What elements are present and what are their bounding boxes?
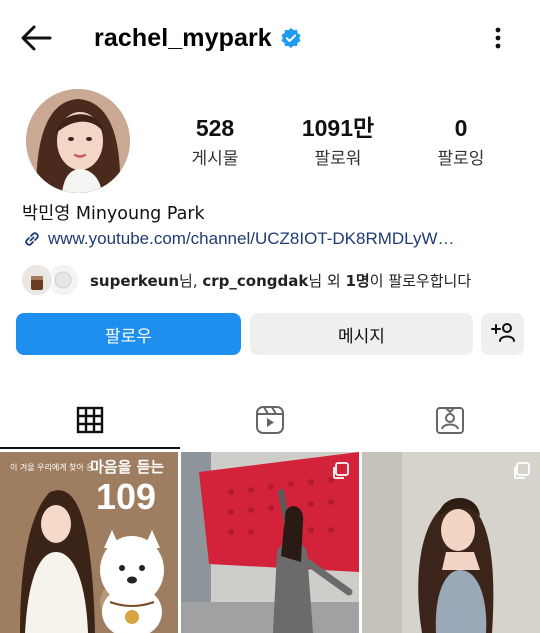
followers-stat[interactable]: 1091만 팔로워 <box>283 113 393 171</box>
add-person-icon <box>490 321 516 348</box>
post-thumbnail[interactable] <box>362 452 540 633</box>
post-caption-small: 이 겨울 우리에게 찾아 온 <box>10 463 94 472</box>
more-options-icon[interactable] <box>484 22 512 54</box>
post-thumbnail[interactable] <box>181 452 359 633</box>
followed-by-text: superkeun님, crp_congdak님 외 1명이 팔로우합니다 <box>90 270 471 291</box>
following-stat[interactable]: 0 팔로잉 <box>406 113 516 171</box>
mutual-count: 1명 <box>345 271 370 290</box>
username-row: rachel_mypark <box>94 20 302 56</box>
full-name: 박민영 Minyoung Park <box>22 204 205 224</box>
multi-photo-icon <box>512 462 530 480</box>
followed-by-row[interactable]: superkeun님, crp_congdak님 외 1명이 팔로우합니다 <box>20 262 530 298</box>
followed-tail: 이 팔로우합니다 <box>369 271 472 290</box>
following-count: 0 <box>454 115 468 141</box>
posts-grid: 이 겨울 우리에게 찾아 온 마음을 듣는 109 <box>0 452 540 633</box>
grid-icon <box>76 406 104 438</box>
tab-posts-grid[interactable] <box>0 393 180 451</box>
post-thumbnail[interactable]: 이 겨울 우리에게 찾아 온 마음을 듣는 109 <box>0 452 178 633</box>
posts-label: 게시물 <box>191 149 239 169</box>
post-caption-big: 마음을 듣는 <box>90 458 165 476</box>
username: rachel_mypark <box>94 23 272 52</box>
mutual-user-1[interactable]: superkeun <box>90 272 179 290</box>
followed-sep-2: 님 외 <box>308 271 346 290</box>
posts-count: 528 <box>195 115 235 141</box>
mutual-avatars <box>20 262 82 298</box>
profile-header: rachel_mypark <box>0 0 540 76</box>
posts-stat[interactable]: 528 게시물 <box>160 113 270 171</box>
message-button[interactable]: 메시지 <box>250 313 473 355</box>
followed-sep-1: 님, <box>179 271 203 290</box>
tab-reels[interactable] <box>180 393 360 451</box>
profile-link[interactable]: www.youtube.com/channel/UCZ8IOT-DK8RMDLy… <box>22 227 522 251</box>
followers-label: 팔로워 <box>314 149 362 169</box>
mutual-user-2[interactable]: crp_congdak <box>202 272 308 290</box>
profile-avatar[interactable] <box>26 89 130 193</box>
verified-badge-icon <box>280 27 302 49</box>
suggested-users-button[interactable] <box>481 313 524 355</box>
link-icon <box>22 229 42 249</box>
back-arrow-icon[interactable] <box>18 20 58 56</box>
active-tab-indicator <box>0 447 180 449</box>
multi-photo-icon <box>331 462 349 480</box>
followers-count: 1091만 <box>301 115 375 141</box>
link-text[interactable]: www.youtube.com/channel/UCZ8IOT-DK8RMDLy… <box>48 229 455 249</box>
tab-tagged[interactable] <box>360 393 540 451</box>
profile-tabs <box>0 393 540 451</box>
mutual-avatar <box>20 263 54 297</box>
post-number: 109 <box>96 476 157 517</box>
tagged-icon <box>435 405 465 439</box>
follow-button[interactable]: 팔로우 <box>16 313 241 355</box>
reels-icon <box>255 405 285 439</box>
following-label: 팔로잉 <box>437 149 485 169</box>
